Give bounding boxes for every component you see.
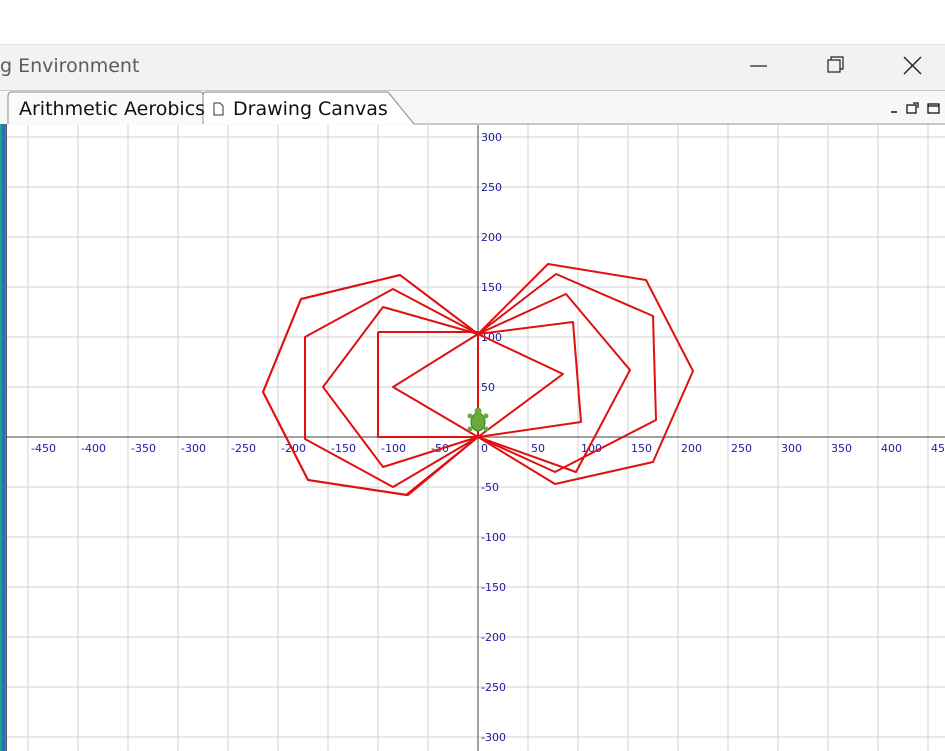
y-tick-label: -150	[481, 581, 506, 594]
tab-strip: Arithmetic Aerobics Drawing Canvas	[0, 90, 945, 126]
tab-arithmetic-aerobics[interactable]: Arithmetic Aerobics	[8, 93, 206, 124]
y-tick-label: 250	[481, 181, 502, 194]
x-tick-label: -350	[131, 442, 156, 455]
x-tick-label: 50	[531, 442, 545, 455]
y-tick-label: -250	[481, 681, 506, 694]
x-tick-label: 350	[831, 442, 852, 455]
x-tick-label: -400	[81, 442, 106, 455]
minimize-icon	[750, 65, 767, 67]
float-panel-icon	[906, 102, 919, 114]
left-rail	[0, 124, 7, 751]
y-tick-label: 300	[481, 131, 502, 144]
turtle-icon	[467, 407, 489, 432]
x-tick-label: 0	[481, 442, 488, 455]
tab-drawing-canvas[interactable]: Drawing Canvas	[203, 93, 413, 124]
minimize-panel-button[interactable]	[888, 99, 900, 117]
minimize-button[interactable]	[736, 47, 782, 87]
drawing-canvas[interactable]: -450 -400 -350 -300 -250 -200 -150 -100 -50 0 50 10…	[7, 125, 945, 751]
restore-button[interactable]	[812, 47, 858, 87]
x-tick-label: 200	[681, 442, 702, 455]
y-tick-label: 200	[481, 231, 502, 244]
minimize-panel-icon	[891, 111, 897, 113]
turtle-path-line	[262, 273, 657, 496]
window-titlebar: g Environment	[0, 44, 945, 91]
turtle-path-line	[304, 288, 631, 488]
float-panel-button[interactable]	[905, 99, 921, 117]
x-tick-label: 450	[931, 442, 945, 455]
y-tick-label: -50	[481, 481, 499, 494]
close-button[interactable]	[889, 47, 935, 87]
window-title: g Environment	[0, 55, 140, 77]
maximize-panel-icon	[927, 103, 940, 114]
x-tick-label: -450	[31, 442, 56, 455]
tab-label: Drawing Canvas	[233, 98, 388, 120]
y-tick-label: 50	[481, 381, 495, 394]
tab-label: Arithmetic Aerobics	[19, 98, 206, 120]
x-tick-label: -300	[181, 442, 206, 455]
y-tick-label: 150	[481, 281, 502, 294]
turtle-plot: -450 -400 -350 -300 -250 -200 -150 -100 -50 0 50 10…	[7, 125, 945, 751]
x-tick-label: -100	[381, 442, 406, 455]
y-tick-label: -100	[481, 531, 506, 544]
x-tick-label: 150	[631, 442, 652, 455]
y-tick-label: -200	[481, 631, 506, 644]
x-tick-label: -250	[231, 442, 256, 455]
restore-icon	[827, 56, 844, 73]
y-tick-label: -300	[481, 731, 506, 744]
document-icon	[213, 102, 224, 116]
x-tick-label: 400	[881, 442, 902, 455]
maximize-panel-button[interactable]	[926, 99, 942, 117]
close-icon	[903, 56, 922, 75]
x-tick-label: -150	[331, 442, 356, 455]
x-tick-label: 250	[731, 442, 752, 455]
x-tick-label: 300	[781, 442, 802, 455]
